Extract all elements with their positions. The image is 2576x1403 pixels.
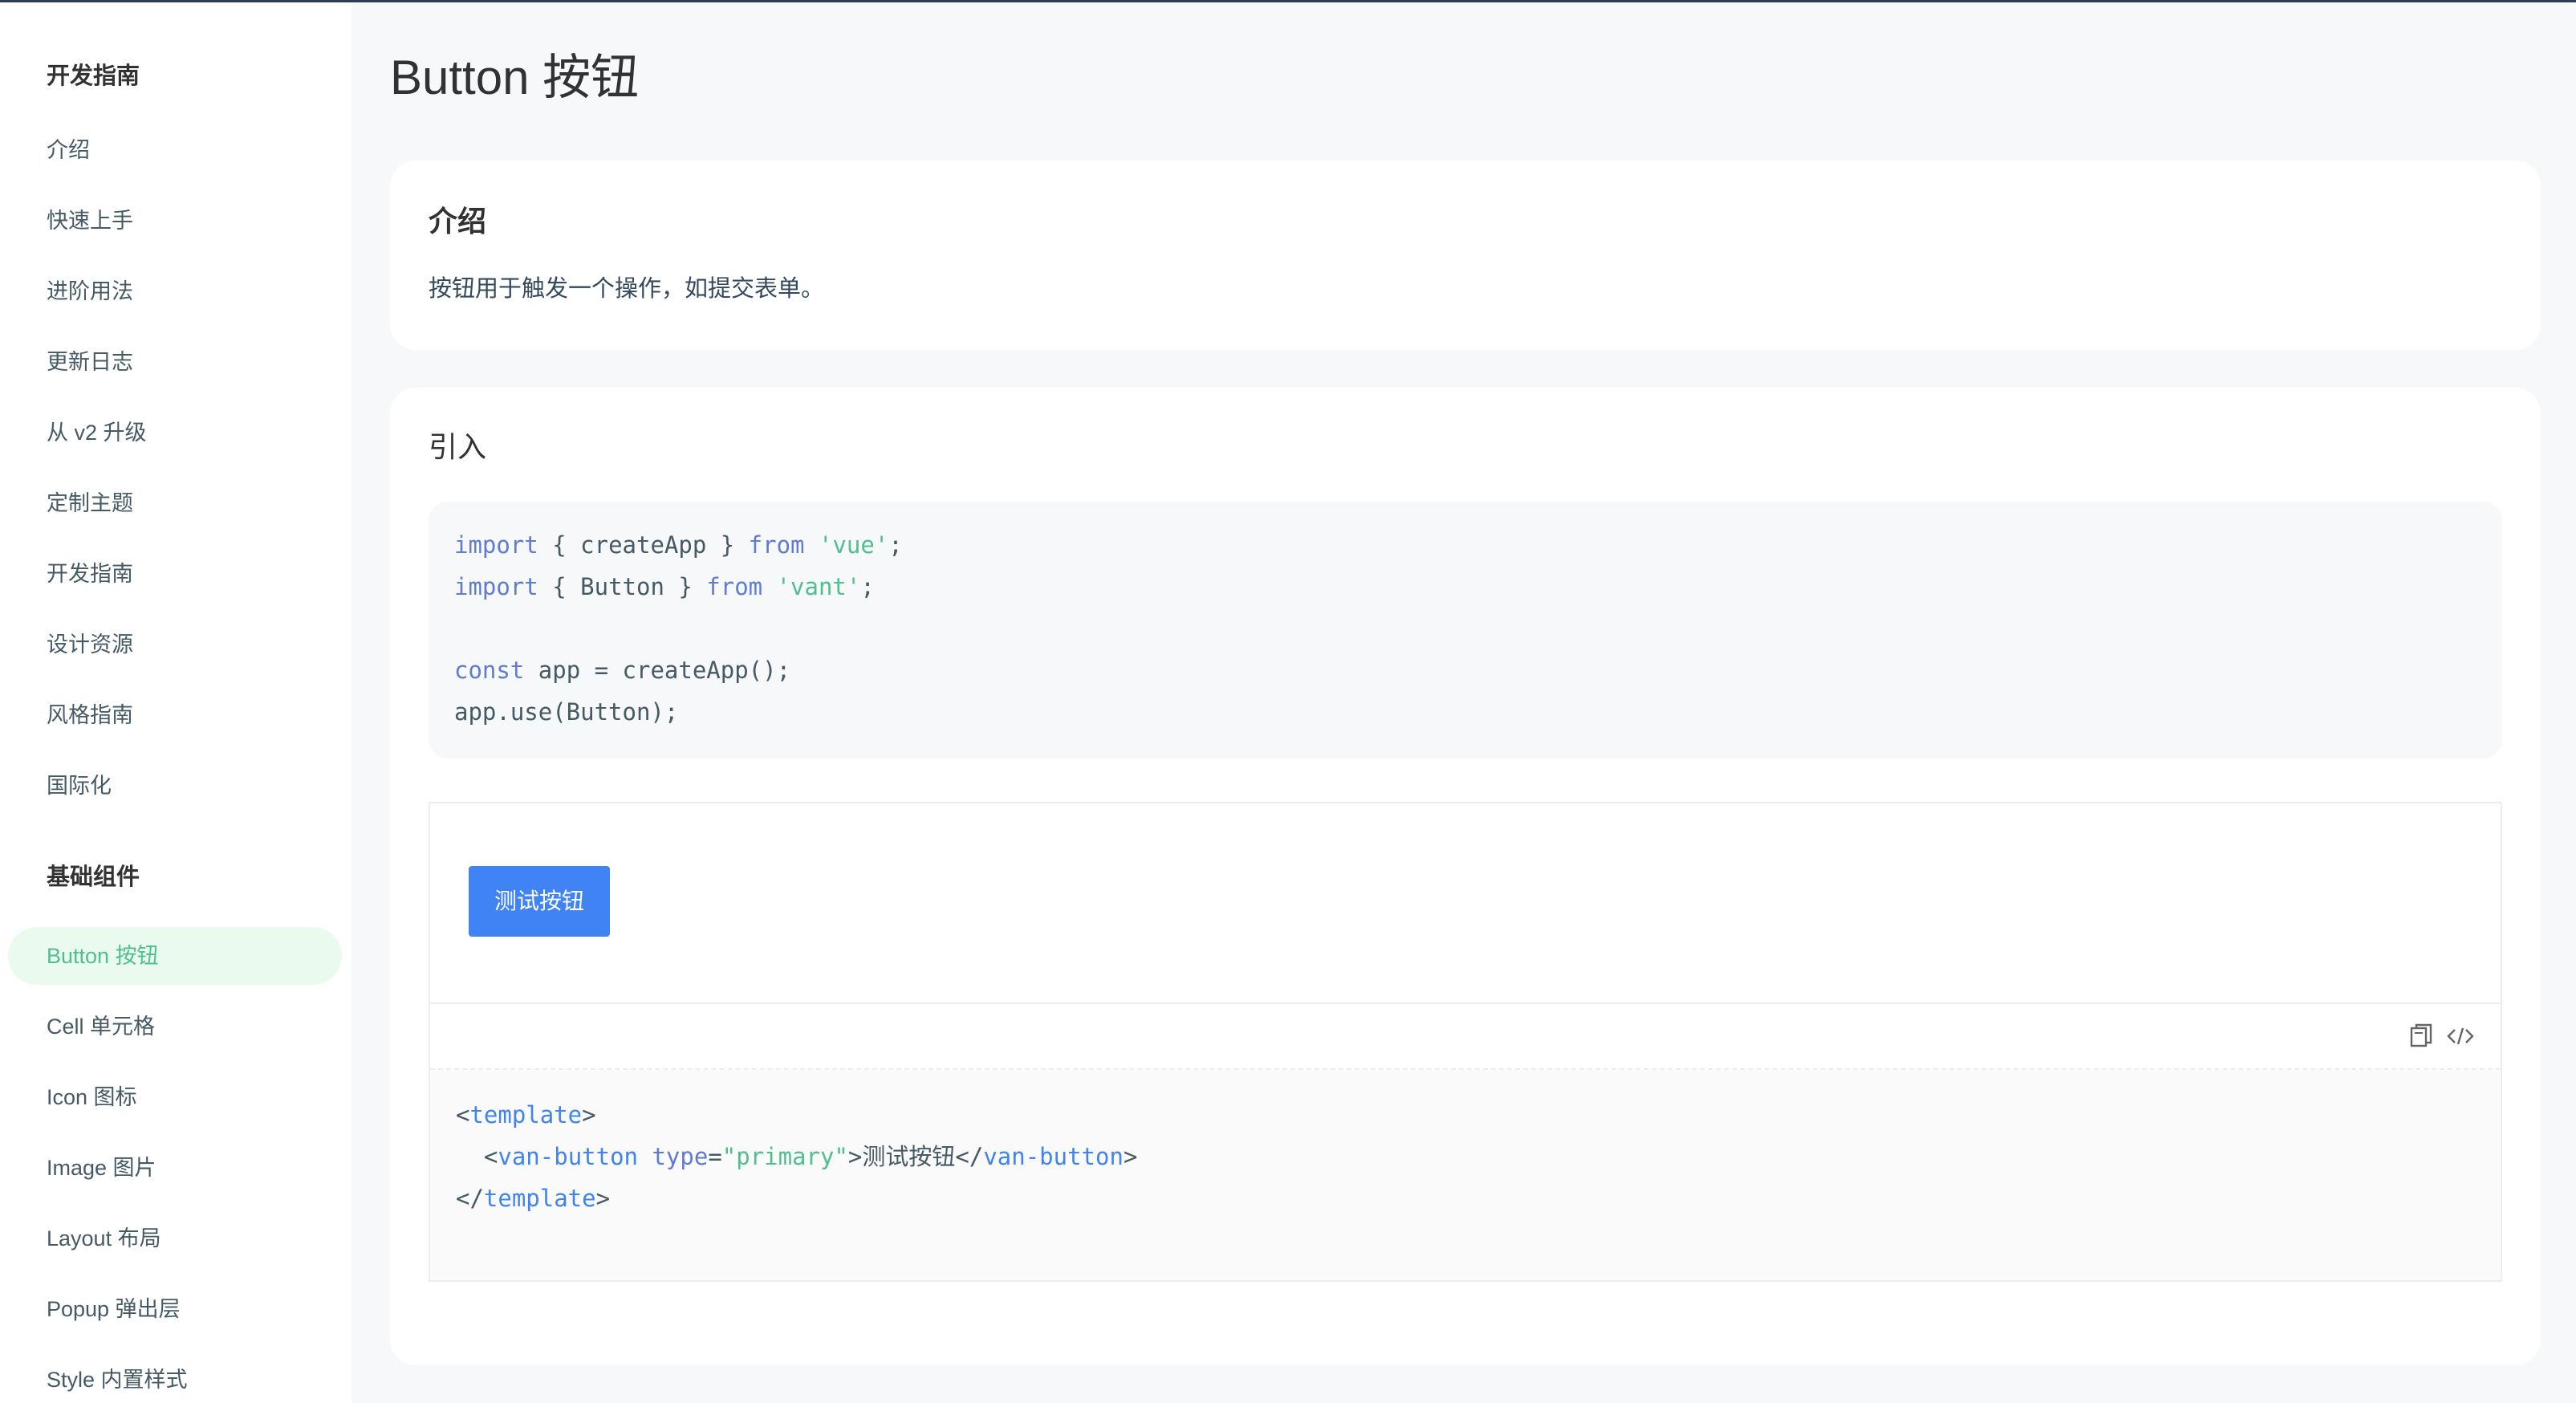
nav-item-design[interactable]: 设计资源 — [47, 628, 133, 661]
code-keyword: import — [454, 531, 538, 559]
code-string: 'vue' — [818, 531, 889, 559]
code-text: { Button } — [538, 573, 707, 600]
page-title: Button 按钮 — [390, 51, 640, 104]
code-punct: < — [456, 1101, 470, 1128]
intro-text: 按钮用于触发一个操作，如提交表单。 — [429, 276, 825, 302]
nav-item-style-guide[interactable]: 风格指南 — [47, 699, 133, 731]
intro-card: 介绍 按钮用于触发一个操作，如提交表单。 — [390, 161, 2541, 350]
code-punct: </ — [456, 1185, 484, 1212]
demo-box: 测试按钮 <template> <van-button type="primar… — [429, 802, 2502, 1282]
nav-item-image[interactable]: Image 图片 — [47, 1152, 156, 1184]
nav-item-intro[interactable]: 介绍 — [47, 134, 90, 166]
sidebar-nav: 开发指南 介绍 快速上手 进阶用法 更新日志 从 v2 升级 定制主题 开发指南… — [0, 2, 351, 1403]
nav-group-title-guide: 开发指南 — [47, 63, 140, 89]
intro-title: 介绍 — [429, 205, 487, 238]
demo-preview: 测试按钮 — [430, 803, 2501, 1004]
code-tag: template — [469, 1101, 583, 1128]
demo-toolbar — [430, 1004, 2501, 1070]
import-code-block: import { createApp } from 'vue'; import … — [429, 502, 2502, 758]
code-punct: = — [708, 1143, 722, 1170]
code-punct: </ — [955, 1143, 984, 1170]
code-string: 'vant' — [776, 573, 861, 600]
code-attr: type — [638, 1143, 709, 1170]
code-tag: template — [483, 1185, 596, 1212]
code-toggle-icon-svg — [2447, 1027, 2474, 1045]
code-text: 测试按钮 — [862, 1143, 956, 1170]
code-attr-value: "primary" — [721, 1143, 848, 1170]
nav-item-layout[interactable]: Layout 布局 — [47, 1222, 161, 1255]
nav-item-theme[interactable]: 定制主题 — [47, 487, 133, 519]
code-keyword: from — [706, 573, 763, 600]
import-title: 引入 — [429, 430, 487, 463]
code-text: ; — [888, 531, 903, 559]
code-tag: van-button — [498, 1143, 638, 1170]
demo-code-block: <template> <van-button type="primary">测试… — [430, 1070, 2501, 1280]
code-punct: > — [595, 1185, 611, 1212]
nav-item-i18n[interactable]: 国际化 — [47, 770, 112, 802]
main-content: Button 按钮 介绍 按钮用于触发一个操作，如提交表单。 引入 import… — [351, 2, 2576, 1403]
nav-item-style[interactable]: Style 内置样式 — [47, 1364, 188, 1396]
nav-item-changelog[interactable]: 更新日志 — [47, 346, 133, 378]
nav-item-advanced[interactable]: 进阶用法 — [47, 275, 133, 307]
code-keyword: import — [454, 573, 538, 600]
nav-item-cell[interactable]: Cell 单元格 — [47, 1011, 155, 1043]
code-punct: > — [1123, 1143, 1138, 1170]
copy-icon-svg — [2410, 1023, 2432, 1047]
import-card: 引入 import { createApp } from 'vue'; impo… — [390, 388, 2541, 1365]
nav-item-dev-guide[interactable]: 开发指南 — [47, 558, 133, 590]
nav-item-popup[interactable]: Popup 弹出层 — [47, 1293, 181, 1325]
nav-item-icon[interactable]: Icon 图标 — [47, 1081, 137, 1113]
code-text: app = createApp(); — [524, 657, 791, 684]
code-keyword: from — [748, 531, 805, 559]
nav-group-title-basic: 基础组件 — [47, 864, 140, 890]
nav-item-migrate-v2[interactable]: 从 v2 升级 — [47, 417, 147, 449]
code-punct: > — [847, 1143, 863, 1170]
nav-item-button[interactable]: Button 按钮 — [47, 940, 159, 972]
code-text: app.use(Button); — [454, 698, 679, 726]
code-toggle-icon[interactable] — [2444, 1020, 2476, 1052]
nav-item-quickstart[interactable]: 快速上手 — [47, 205, 133, 237]
test-button[interactable]: 测试按钮 — [469, 866, 610, 937]
code-punct: < — [456, 1143, 498, 1170]
code-punct: > — [582, 1101, 596, 1128]
code-tag: van-button — [983, 1143, 1123, 1170]
code-text: { createApp } — [538, 531, 749, 559]
code-text: ; — [860, 573, 875, 600]
code-keyword: const — [454, 657, 525, 684]
copy-icon[interactable] — [2406, 1020, 2438, 1052]
